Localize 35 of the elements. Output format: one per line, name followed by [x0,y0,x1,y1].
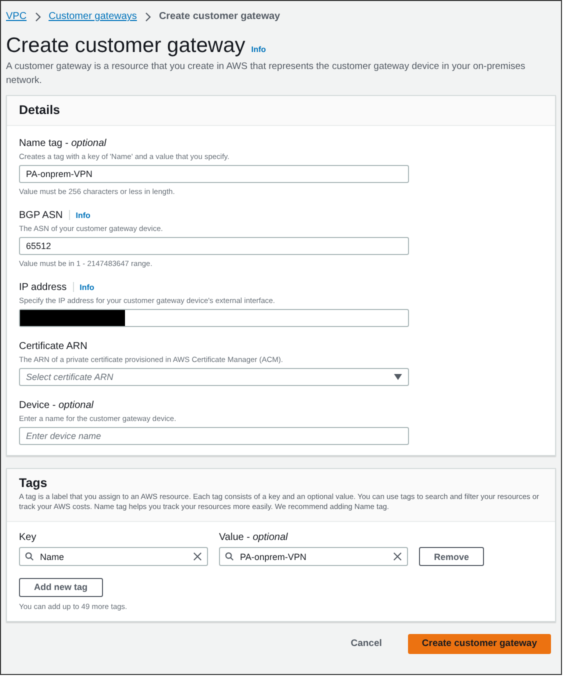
column-label: Value - optional [219,532,288,544]
page-description: A customer gateway is a resource that you create in AWS that represents the customer gateway device in your on-premises network. [6,60,526,88]
field-label: Name tag - optional [19,138,106,148]
field-label: Device - optional [19,400,94,410]
search-icon [25,552,34,562]
value-field[interactable]: PA-onprem-VPN [219,547,408,566]
info-link[interactable]: Info [80,282,94,292]
info-link[interactable]: Info [76,210,90,220]
text-field[interactable]: PA-onprem-VPN [19,164,409,182]
breadcrumb-link[interactable]: VPC [6,11,27,22]
clear-icon[interactable] [393,552,402,562]
breadcrumb-current: Create customer gateway [158,11,280,22]
cancel-button[interactable]: Cancel [344,637,388,650]
chevron-icon [34,12,41,22]
panel-title: Tags [19,476,48,490]
page-title: Create customer gateway [6,34,246,58]
text-field[interactable] [19,308,409,326]
text-field[interactable]: Enter device name [19,426,409,444]
key-field[interactable]: Name [19,547,208,566]
breadcrumb-link[interactable]: Customer gateways [48,11,137,22]
clear-icon[interactable] [193,552,202,562]
field-label: Certificate ARN [19,340,88,352]
create-button[interactable]: Create customer gateway [408,634,551,654]
add-tag-button[interactable]: Add new tag [19,578,102,597]
column-label: Key [19,532,36,544]
chevron-icon [144,12,151,22]
panel-title: Details [19,102,61,116]
search-icon [225,552,234,562]
field-label: IP address [19,282,67,292]
text-field[interactable]: 65512 [19,236,409,254]
remove-button[interactable]: Remove [419,547,484,566]
select-field[interactable]: Select certificate ARN [19,368,409,386]
info-link[interactable]: Info [251,45,266,54]
caret-icon [394,374,402,380]
field-label: BGP ASN [19,210,63,220]
